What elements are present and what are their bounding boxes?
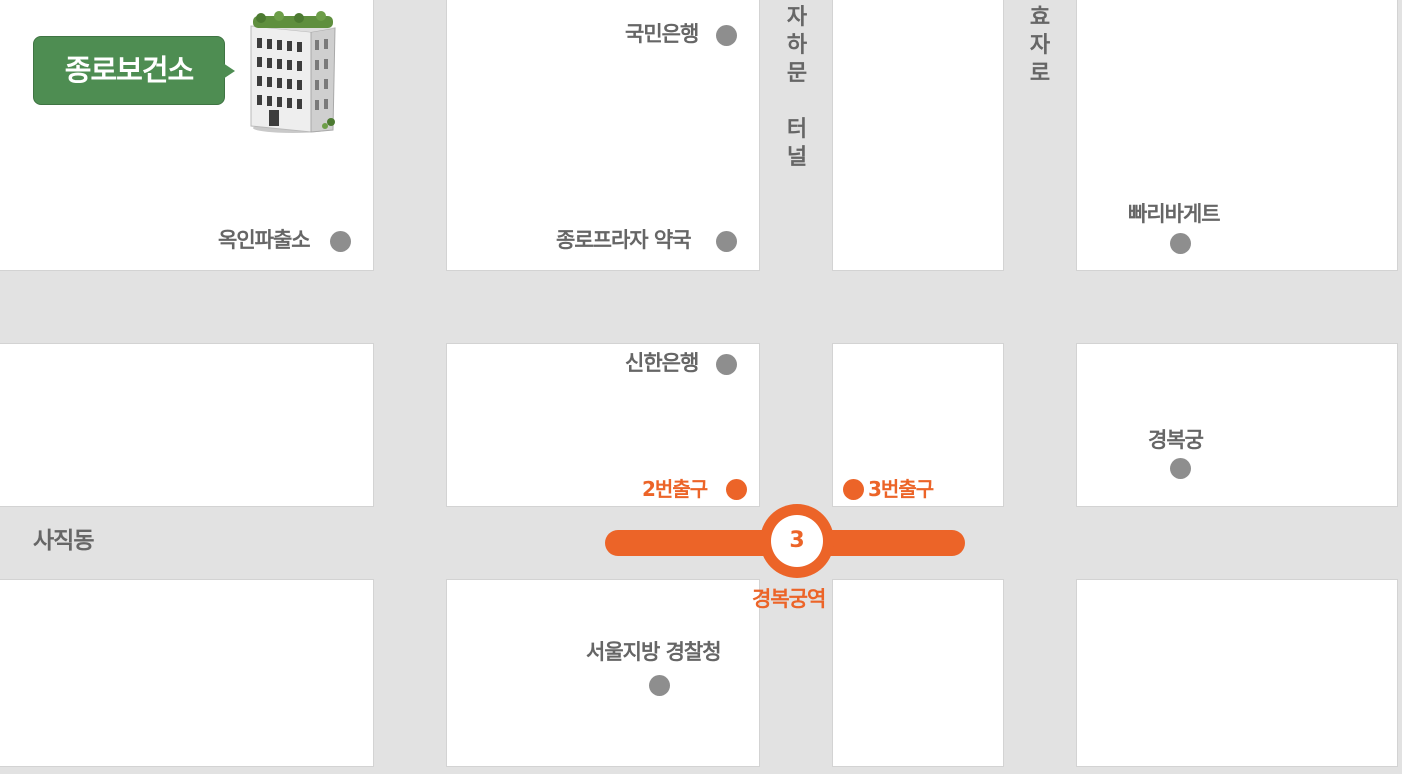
poi-label-shinhan-bank: 신한은행 <box>625 351 699 375</box>
poi-marker-seoul-police-agency[interactable] <box>649 675 670 696</box>
city-block <box>1076 0 1398 271</box>
destination-callout[interactable]: 종로보건소 <box>33 36 235 105</box>
area-label-sajik-dong: 사직동 <box>33 528 94 554</box>
exit-2-marker[interactable] <box>726 479 747 500</box>
poi-label-okin-police-box: 옥인파출소 <box>218 228 311 252</box>
road-label-hyoja-ro: 효 자 로 <box>1029 5 1051 86</box>
callout-pointer <box>223 63 235 79</box>
city-block <box>832 0 1004 271</box>
exit-3-label: 3번출구 <box>868 477 934 501</box>
road-label-jahamun-tunnel: 자 하 문 터 널 <box>786 5 808 170</box>
city-block <box>446 579 760 767</box>
poi-label-paris-baguette: 빠리바게트 <box>1128 202 1221 226</box>
poi-marker-shinhan-bank[interactable] <box>716 354 737 375</box>
city-block <box>446 343 760 507</box>
city-block <box>1076 579 1398 767</box>
city-block <box>0 579 374 767</box>
exit-3-marker[interactable] <box>843 479 864 500</box>
city-block <box>1076 343 1398 507</box>
destination-name: 종로보건소 <box>64 53 194 87</box>
city-block <box>0 343 374 507</box>
poi-marker-jongno-plaza-pharmacy[interactable] <box>716 231 737 252</box>
poi-label-kookmin-bank: 국민은행 <box>625 22 699 46</box>
poi-marker-gyeongbokgung[interactable] <box>1170 458 1191 479</box>
poi-marker-kookmin-bank[interactable] <box>716 25 737 46</box>
poi-marker-paris-baguette[interactable] <box>1170 233 1191 254</box>
city-block <box>832 579 1004 767</box>
poi-label-jongno-plaza-pharmacy: 종로프라자 약국 <box>556 228 692 252</box>
map-canvas[interactable]: 자 하 문 터 널 효 자 로 사직동 종로보건소 국민은행 옥인파출소 종로프… <box>0 0 1402 774</box>
line-number-badge: 3 <box>771 515 823 567</box>
building-icon[interactable] <box>245 10 341 134</box>
station-name-label: 경복궁역 <box>752 587 826 611</box>
poi-label-gyeongbokgung: 경복궁 <box>1148 428 1204 452</box>
exit-2-label: 2번출구 <box>642 477 708 501</box>
station-marker-gyeongbokgung[interactable]: 3 <box>760 504 834 578</box>
poi-label-seoul-police-agency: 서울지방 경찰청 <box>586 640 722 664</box>
poi-marker-okin-police-box[interactable] <box>330 231 351 252</box>
